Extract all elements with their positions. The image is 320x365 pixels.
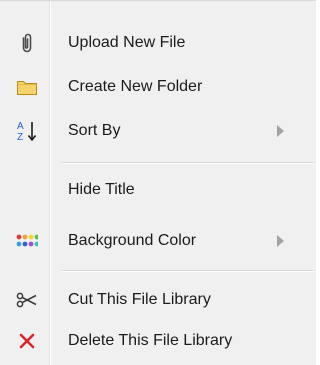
svg-text:A: A	[17, 121, 24, 132]
menu-item-label: Sort By	[68, 122, 121, 139]
menu-item-create-new-folder[interactable]: Create New Folder	[0, 68, 316, 106]
menu-item-hide-title[interactable]: Hide Title	[0, 171, 316, 209]
menu-item-label: Background Color	[68, 232, 197, 249]
context-menu: Upload New File Create New Folder A Z So…	[0, 0, 316, 365]
sort-az-icon: A Z	[16, 119, 38, 143]
menu-item-sort-by[interactable]: A Z Sort By	[0, 112, 316, 150]
menu-separator	[62, 270, 314, 272]
scissors-icon	[16, 288, 38, 312]
menu-item-upload-new-file[interactable]: Upload New File	[0, 24, 316, 62]
menu-item-label: Upload New File	[68, 34, 186, 51]
folder-icon	[16, 75, 38, 99]
color-palette-icon	[16, 229, 38, 253]
submenu-arrow-icon	[277, 125, 284, 137]
menu-item-label: Create New Folder	[68, 78, 203, 95]
svg-text:Z: Z	[17, 132, 23, 143]
delete-x-icon	[16, 329, 38, 353]
menu-item-cut-file-library[interactable]: Cut This File Library	[0, 281, 316, 319]
submenu-arrow-icon	[277, 235, 284, 247]
menu-item-label: Delete This File Library	[68, 332, 233, 349]
menu-item-delete-file-library[interactable]: Delete This File Library	[0, 322, 316, 360]
menu-separator	[62, 162, 314, 164]
menu-item-label: Cut This File Library	[68, 291, 211, 308]
menu-item-label: Hide Title	[68, 181, 135, 198]
menu-item-background-color[interactable]: Background Color	[0, 222, 316, 260]
paperclip-icon	[16, 31, 38, 55]
